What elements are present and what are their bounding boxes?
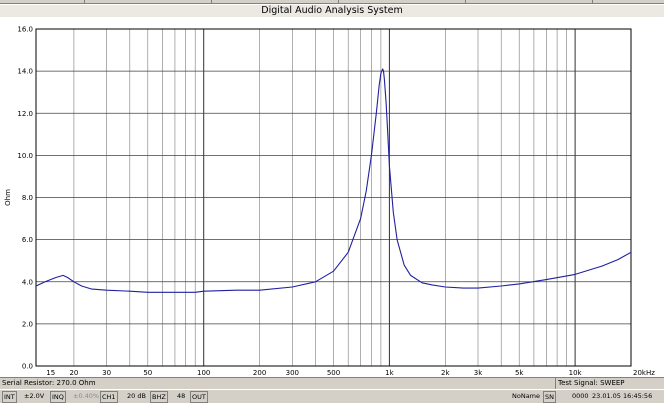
y-tick-label: 2.0 [22, 320, 33, 328]
name-value: NoName [512, 392, 541, 400]
info-bar: Serial Resistor: 270.0 Ohm Test Signal: … [0, 377, 664, 389]
x-tick-label: 3k [474, 369, 483, 377]
x-tick-label: 5k [515, 369, 524, 377]
y-tick-label: 12.0 [17, 110, 33, 118]
y-tick-label: 6.0 [22, 236, 33, 244]
x-tick-label: 1k [385, 369, 394, 377]
top-tab[interactable] [0, 0, 85, 3]
top-tab[interactable] [339, 0, 466, 3]
x-tick-label: 20kHz [633, 369, 655, 377]
serial-resistor-text: Serial Resistor: 270.0 Ohm [2, 379, 96, 387]
sn-button[interactable]: SN [543, 391, 556, 403]
inq-value: ±0.40% [73, 392, 100, 400]
x-tick-label: 300 [286, 369, 299, 377]
y-axis-label: Ohm [4, 189, 12, 206]
x-tick-label: 100 [197, 369, 210, 377]
y-tick-label: 14.0 [17, 68, 33, 76]
x-tick-label: 20 [69, 369, 78, 377]
db-value: 20 dB [127, 392, 146, 400]
test-signal-text: Test Signal: SWEEP [555, 378, 625, 389]
channel-button[interactable]: CH1 [100, 391, 118, 403]
impedance-chart: 0.0 2.0 4.0 6.0 8.0 10.0 12.0 14.0 16.0 15 20 30 50… [0, 17, 664, 377]
datetime-value: 23.01.05 16:45:56 [592, 392, 653, 400]
x-tick-label: 2k [441, 369, 450, 377]
y-tick-label: 10.0 [17, 152, 33, 160]
inq-button[interactable]: INQ [50, 391, 66, 403]
top-tab[interactable] [85, 0, 212, 3]
count-value: 48 [177, 392, 186, 400]
title-bar: Digital Audio Analysis System [0, 4, 664, 18]
status-bar: INT ±2.0V INQ ±0.40% CH1 20 dB BHZ 48 OU… [0, 389, 664, 403]
window-title: Digital Audio Analysis System [261, 5, 403, 16]
int-button[interactable]: INT [2, 391, 17, 403]
x-tick-label: 15 [46, 369, 55, 377]
y-tick-label: 0.0 [22, 363, 33, 371]
y-tick-label: 16.0 [17, 26, 33, 34]
top-tab[interactable] [466, 0, 593, 3]
y-tick-label: 8.0 [22, 194, 33, 202]
y-tick-label: 4.0 [22, 278, 33, 286]
analysis-window: Digital Audio Analysis System 0.0 2.0 4.0 6… [0, 0, 664, 403]
x-tick-label: 30 [102, 369, 111, 377]
x-tick-label: 500 [327, 369, 340, 377]
x-tick-label: 50 [143, 369, 152, 377]
number-value: 0000 [572, 392, 589, 400]
voltage-value: ±2.0V [24, 392, 45, 400]
x-tick-label: 200 [253, 369, 266, 377]
bhz-button[interactable]: BHZ [150, 391, 168, 403]
out-button[interactable]: OUT [190, 391, 208, 403]
top-tab[interactable] [212, 0, 339, 3]
x-tick-label: 10k [569, 369, 583, 377]
